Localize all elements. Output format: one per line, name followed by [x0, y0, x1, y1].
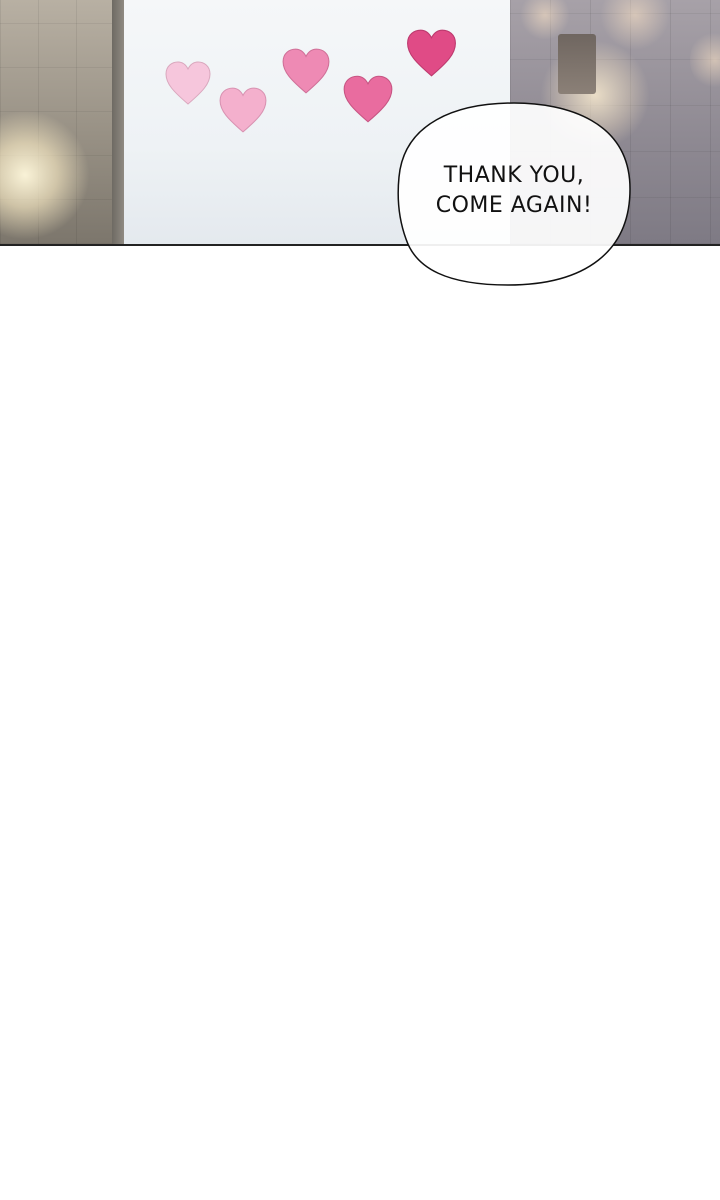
heart-shape: [219, 87, 267, 133]
heart-shape: [343, 75, 393, 123]
heart-icon: [164, 60, 212, 106]
heart-icon: [218, 86, 268, 134]
blank-page-area: [0, 290, 720, 1200]
heart-icon: [281, 47, 331, 95]
speech-line-2: COME AGAIN!: [435, 193, 593, 218]
speech-line-1: THANK YOU,: [443, 163, 585, 188]
speech-bubble-text: THANK YOU, COME AGAIN!: [396, 161, 632, 221]
heart-shape: [165, 61, 211, 105]
heart-shape: [407, 29, 456, 77]
heart-shape: [282, 48, 330, 94]
wall-lamp: [558, 34, 596, 94]
heart-icon: [405, 28, 458, 78]
speech-bubble: THANK YOU, COME AGAIN!: [396, 101, 632, 287]
heart-icon: [342, 74, 394, 124]
window-frame-pillar: [112, 0, 124, 244]
